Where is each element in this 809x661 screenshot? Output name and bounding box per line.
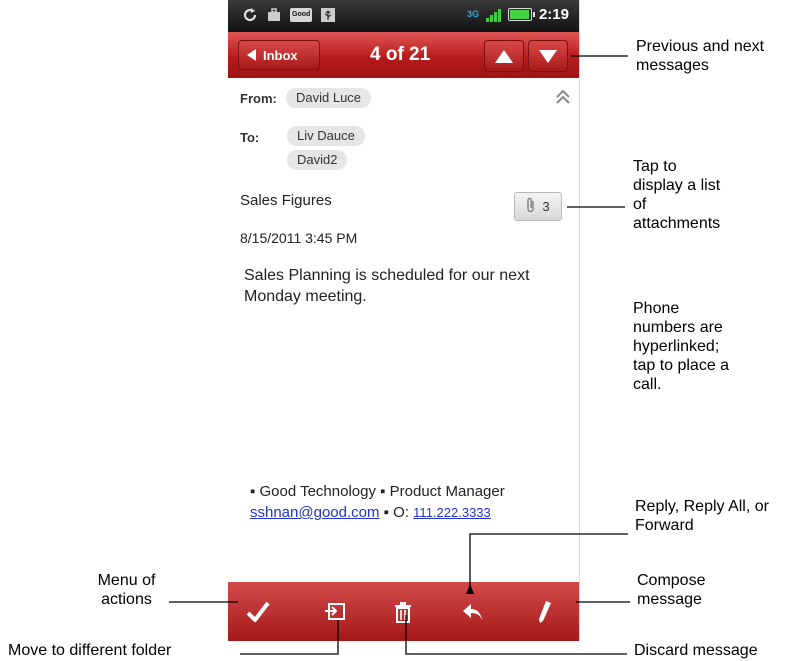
annotation-move: Move to different folder	[8, 642, 172, 659]
annotation-attachments: Tap to display a list of attachments	[633, 158, 721, 232]
annotation-discard: Discard message	[634, 642, 758, 659]
annotation-menu: Menu of actions	[97, 572, 156, 608]
annotation-prev-next: Previous and next messages	[636, 38, 765, 74]
annotation-compose: Compose message	[637, 572, 706, 608]
annotation-phone-links: Phone numbers are hyperlinked; tap to pl…	[633, 300, 730, 393]
annotation-reply: Reply, Reply All, or Forward	[635, 498, 769, 534]
